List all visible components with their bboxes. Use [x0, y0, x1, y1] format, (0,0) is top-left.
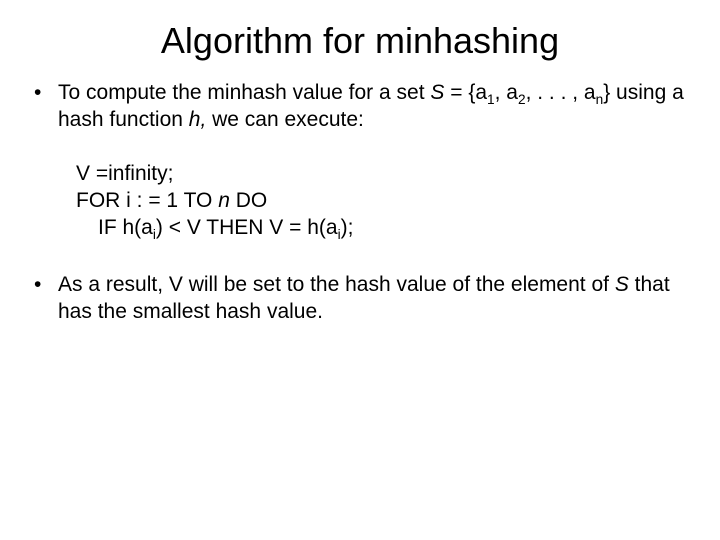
slide-title: Algorithm for minhashing	[28, 20, 692, 62]
bullet-2: • As a result, V will be set to the hash…	[34, 272, 692, 326]
b1-sub2: 2	[518, 92, 526, 107]
b1-c2: , . . . , a	[526, 81, 596, 104]
code-line-2: FOR i : = 1 TO n DO	[76, 187, 692, 214]
b2-t1: As a result, V will be set to the hash v…	[58, 273, 615, 296]
code-line-1: V =infinity;	[76, 160, 692, 187]
bullet-1-text: To compute the minhash value for a set S…	[58, 80, 692, 134]
l3b: ) < V THEN V = h(a	[156, 216, 338, 239]
l3a: IF h(a	[98, 216, 153, 239]
b1-h: h,	[189, 108, 207, 131]
bullet-marker: •	[34, 80, 58, 107]
l2b: DO	[230, 189, 267, 212]
b1-tail: we can execute:	[206, 108, 364, 131]
l2a: FOR i : = 1 TO	[76, 189, 218, 212]
l3c: );	[341, 216, 354, 239]
bullet-2-text: As a result, V will be set to the hash v…	[58, 272, 692, 326]
code-line-3: IF h(ai) < V THEN V = h(ai);	[76, 214, 692, 241]
bullet-1: • To compute the minhash value for a set…	[34, 80, 692, 134]
b1-sub1: 1	[487, 92, 495, 107]
b1-eq: = {a	[444, 81, 487, 104]
b1-s: S	[430, 81, 444, 104]
l2n: n	[218, 189, 230, 212]
b2-s: S	[615, 273, 629, 296]
pseudocode: V =infinity; FOR i : = 1 TO n DO IF h(ai…	[76, 160, 692, 242]
b1-t1: To compute the minhash value for a set	[58, 81, 430, 104]
b1-c1: , a	[495, 81, 518, 104]
slide: Algorithm for minhashing • To compute th…	[0, 0, 720, 540]
bullet-marker: •	[34, 272, 58, 299]
